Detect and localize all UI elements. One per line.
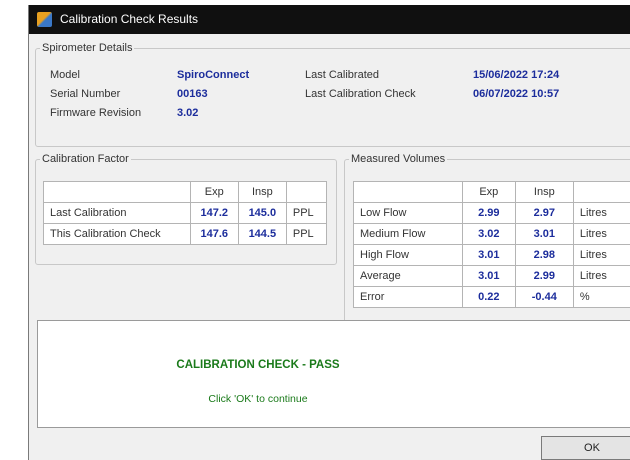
last-calibrated-label: Last Calibrated	[305, 69, 379, 81]
calibration-status-text: CALIBRATION CHECK - PASS	[176, 359, 340, 371]
unit-cell: PPL	[285, 223, 328, 245]
header-cell	[572, 181, 630, 203]
insp-value: 2.97	[514, 202, 574, 224]
last-calibrated-value: 15/06/2022 17:24	[473, 69, 560, 81]
app-icon	[37, 12, 52, 27]
row-label: Low Flow	[353, 202, 463, 224]
table-row: Average 3.01 2.99 Litres	[353, 265, 630, 287]
unit-cell: Litres	[572, 202, 630, 224]
header-cell: Insp	[237, 181, 287, 203]
last-calibration-check-label: Last Calibration Check	[305, 88, 416, 100]
table-row: Error 0.22 -0.44 %	[353, 286, 630, 308]
insp-value: 2.99	[514, 265, 574, 287]
header-cell: Insp	[514, 181, 574, 203]
last-calibration-check-value: 06/07/2022 10:57	[473, 88, 560, 100]
ok-button[interactable]: OK	[541, 436, 630, 460]
row-label: Medium Flow	[353, 223, 463, 245]
insp-value: 3.01	[514, 223, 574, 245]
exp-value: 2.99	[462, 202, 516, 224]
serial-number-label: Serial Number	[50, 88, 121, 100]
exp-value: 3.02	[462, 223, 516, 245]
table-header-row: Exp Insp	[353, 181, 630, 203]
window-title: Calibration Check Results	[60, 12, 199, 26]
calibration-factor-table: Exp Insp Last Calibration 147.2 145.0 PP…	[43, 181, 328, 245]
table-row: Low Flow 2.99 2.97 Litres	[353, 202, 630, 224]
exp-value: 3.01	[462, 244, 516, 266]
firmware-revision-label: Firmware Revision	[50, 107, 142, 119]
measured-volumes-table: Exp Insp Low Flow 2.99 2.97 Litres Mediu…	[353, 181, 630, 308]
row-label: This Calibration Check	[43, 223, 191, 245]
firmware-revision-value: 3.02	[177, 107, 199, 119]
header-cell	[285, 181, 328, 203]
header-cell	[353, 181, 463, 203]
table-row: Medium Flow 3.02 3.01 Litres	[353, 223, 630, 245]
model-label: Model	[50, 69, 80, 81]
title-bar: Calibration Check Results	[29, 5, 630, 34]
unit-cell: Litres	[572, 244, 630, 266]
table-row: High Flow 3.01 2.98 Litres	[353, 244, 630, 266]
row-label: Average	[353, 265, 463, 287]
table-header-row: Exp Insp	[43, 181, 328, 203]
model-value: SpiroConnect	[177, 69, 250, 81]
unit-cell: Litres	[572, 223, 630, 245]
unit-cell: PPL	[285, 202, 328, 224]
insp-value: 144.5	[237, 223, 287, 245]
calibration-results-window: Calibration Check Results Spirometer Det…	[28, 5, 630, 460]
unit-cell: Litres	[572, 265, 630, 287]
serial-number-value: 00163	[177, 88, 208, 100]
header-cell: Exp	[189, 181, 239, 203]
result-panel: CALIBRATION CHECK - PASS Click 'OK' to c…	[37, 320, 630, 428]
spirometer-details-group: Spirometer Details Model SpiroConnect Se…	[35, 42, 630, 147]
exp-value: 147.2	[189, 202, 239, 224]
table-row: Last Calibration 147.2 145.0 PPL	[43, 202, 328, 224]
row-label: Error	[353, 286, 463, 308]
header-cell	[43, 181, 191, 203]
exp-value: 3.01	[462, 265, 516, 287]
insp-value: 145.0	[237, 202, 287, 224]
insp-value: -0.44	[514, 286, 574, 308]
exp-value: 0.22	[462, 286, 516, 308]
table-row: This Calibration Check 147.6 144.5 PPL	[43, 223, 328, 245]
spirometer-details-legend: Spirometer Details	[42, 42, 133, 54]
calibration-factor-legend: Calibration Factor	[42, 153, 129, 165]
unit-cell: %	[572, 286, 630, 308]
continue-hint-text: Click 'OK' to continue	[208, 393, 308, 405]
measured-volumes-legend: Measured Volumes	[351, 153, 446, 165]
insp-value: 2.98	[514, 244, 574, 266]
row-label: High Flow	[353, 244, 463, 266]
exp-value: 147.6	[189, 223, 239, 245]
header-cell: Exp	[462, 181, 516, 203]
row-label: Last Calibration	[43, 202, 191, 224]
